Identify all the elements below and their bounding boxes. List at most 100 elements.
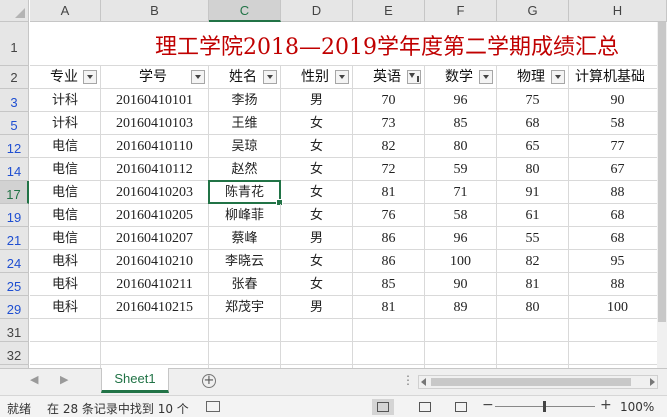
cell-a5[interactable]: 计科 <box>30 112 101 135</box>
cell-f12[interactable]: 80 <box>425 135 497 158</box>
cell-g17[interactable]: 91 <box>497 181 569 204</box>
cell-a25[interactable]: 电科 <box>30 273 101 296</box>
cell-e12[interactable]: 82 <box>353 135 425 158</box>
empty-cell[interactable] <box>30 319 101 342</box>
cell-e21[interactable]: 86 <box>353 227 425 250</box>
row-header-2[interactable]: 2 <box>0 66 29 89</box>
cell-h3[interactable]: 90 <box>569 89 667 112</box>
cell-a19[interactable]: 电信 <box>30 204 101 227</box>
empty-cell[interactable] <box>281 342 353 365</box>
cell-e25[interactable]: 85 <box>353 273 425 296</box>
cell-d5[interactable]: 女 <box>281 112 353 135</box>
empty-cell[interactable] <box>101 342 209 365</box>
filter-dropdown-icon[interactable] <box>479 70 493 84</box>
empty-cell[interactable] <box>209 319 281 342</box>
cell-c17[interactable]: 陈青花 <box>209 181 281 204</box>
header-cell-a[interactable]: 专业 <box>30 66 101 89</box>
cell-b12[interactable]: 20160410110 <box>101 135 209 158</box>
cell-e29[interactable]: 81 <box>353 296 425 319</box>
cell-f25[interactable]: 90 <box>425 273 497 296</box>
cell-g5[interactable]: 68 <box>497 112 569 135</box>
cell-h25[interactable]: 88 <box>569 273 667 296</box>
scroll-right-icon[interactable] <box>650 378 655 386</box>
zoom-in-button[interactable]: + <box>600 397 612 413</box>
cell-h14[interactable]: 67 <box>569 158 667 181</box>
row-header-32[interactable]: 32 <box>0 342 29 365</box>
horizontal-scrollbar[interactable] <box>418 375 658 389</box>
cell-a29[interactable]: 电科 <box>30 296 101 319</box>
cell-c25[interactable]: 张春 <box>209 273 281 296</box>
tab-split-handle-icon[interactable]: ⋮ <box>402 373 414 387</box>
cell-b19[interactable]: 20160410205 <box>101 204 209 227</box>
scroll-left-icon[interactable] <box>421 378 426 386</box>
cell-d17[interactable]: 女 <box>281 181 353 204</box>
cell-d14[interactable]: 女 <box>281 158 353 181</box>
cell-d24[interactable]: 女 <box>281 250 353 273</box>
cell-a14[interactable]: 电信 <box>30 158 101 181</box>
add-sheet-icon[interactable]: + <box>202 374 216 388</box>
worksheet-grid[interactable]: A B C D E F G H 1 2 专业 学号 姓名 性别 英语 数学 物理 计算机基础 3 计科 20160410… <box>0 0 667 368</box>
next-sheet-icon[interactable]: ▶ <box>60 373 68 386</box>
filter-dropdown-icon[interactable] <box>551 70 565 84</box>
row-header-24[interactable]: 24 <box>0 250 29 273</box>
empty-cell[interactable] <box>425 342 497 365</box>
row-header-1[interactable]: 1 <box>0 22 29 66</box>
header-cell-c[interactable]: 姓名 <box>209 66 281 89</box>
column-header-a[interactable]: A <box>30 0 101 22</box>
cell-h24[interactable]: 95 <box>569 250 667 273</box>
zoom-level[interactable]: 100% <box>620 400 654 414</box>
row-header-5[interactable]: 5 <box>0 112 29 135</box>
cell-g29[interactable]: 80 <box>497 296 569 319</box>
cell-c3[interactable]: 李扬 <box>209 89 281 112</box>
cell-f5[interactable]: 85 <box>425 112 497 135</box>
cell-a3[interactable]: 计科 <box>30 89 101 112</box>
row-header-19[interactable]: 19 <box>0 204 29 227</box>
cell-d29[interactable]: 男 <box>281 296 353 319</box>
column-header-d[interactable]: D <box>281 0 353 22</box>
cell-d3[interactable]: 男 <box>281 89 353 112</box>
filter-applied-icon[interactable] <box>407 70 421 84</box>
column-header-b[interactable]: B <box>101 0 209 22</box>
cell-c19[interactable]: 柳峰菲 <box>209 204 281 227</box>
cell-g21[interactable]: 55 <box>497 227 569 250</box>
zoom-out-button[interactable]: − <box>482 397 494 413</box>
empty-cell[interactable] <box>209 342 281 365</box>
vertical-scrollbar[interactable] <box>657 22 667 368</box>
cell-d19[interactable]: 女 <box>281 204 353 227</box>
empty-cell[interactable] <box>497 319 569 342</box>
header-cell-g[interactable]: 物理 <box>497 66 569 89</box>
empty-cell[interactable] <box>353 342 425 365</box>
filter-dropdown-icon[interactable] <box>191 70 205 84</box>
cell-e17[interactable]: 81 <box>353 181 425 204</box>
cell-a12[interactable]: 电信 <box>30 135 101 158</box>
cell-g14[interactable]: 80 <box>497 158 569 181</box>
cell-h17[interactable]: 88 <box>569 181 667 204</box>
cell-g12[interactable]: 65 <box>497 135 569 158</box>
cell-h12[interactable]: 77 <box>569 135 667 158</box>
cell-h19[interactable]: 68 <box>569 204 667 227</box>
cell-f24[interactable]: 100 <box>425 250 497 273</box>
sheet-tab-sheet1[interactable]: Sheet1 <box>101 368 169 393</box>
cell-b29[interactable]: 20160410215 <box>101 296 209 319</box>
cell-f3[interactable]: 96 <box>425 89 497 112</box>
cell-f19[interactable]: 58 <box>425 204 497 227</box>
cell-g19[interactable]: 61 <box>497 204 569 227</box>
empty-cell[interactable] <box>425 319 497 342</box>
cell-f29[interactable]: 89 <box>425 296 497 319</box>
cell-d25[interactable]: 女 <box>281 273 353 296</box>
row-header-29[interactable]: 29 <box>0 296 29 319</box>
cell-b21[interactable]: 20160410207 <box>101 227 209 250</box>
prev-sheet-icon[interactable]: ◀ <box>30 373 38 386</box>
horizontal-scroll-thumb[interactable] <box>431 378 631 386</box>
header-cell-h[interactable]: 计算机基础 <box>569 66 667 89</box>
row-header-14[interactable]: 14 <box>0 158 29 181</box>
row-header-21[interactable]: 21 <box>0 227 29 250</box>
cell-b14[interactable]: 20160410112 <box>101 158 209 181</box>
cell-g25[interactable]: 81 <box>497 273 569 296</box>
empty-cell[interactable] <box>569 342 667 365</box>
cell-a24[interactable]: 电科 <box>30 250 101 273</box>
vertical-scroll-thumb[interactable] <box>658 22 666 322</box>
cell-g3[interactable]: 75 <box>497 89 569 112</box>
cell-b3[interactable]: 20160410101 <box>101 89 209 112</box>
filter-dropdown-icon[interactable] <box>335 70 349 84</box>
